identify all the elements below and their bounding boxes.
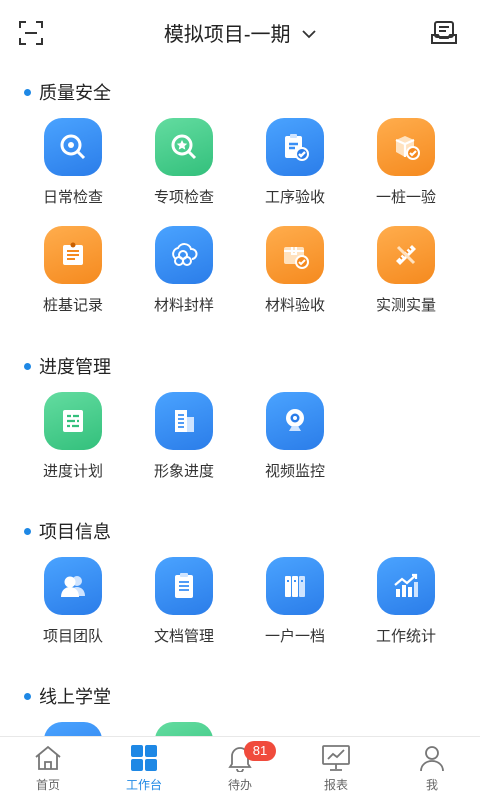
tab-workbench[interactable]: 工作台 xyxy=(96,737,192,800)
tile-household-file[interactable]: 一户一档 xyxy=(240,557,350,646)
building-icon xyxy=(155,392,213,450)
tile-partial-1[interactable] xyxy=(18,722,128,736)
search-icon xyxy=(44,118,102,176)
camera-icon xyxy=(266,392,324,450)
cluster-icon xyxy=(155,226,213,284)
tile-document-management[interactable]: 文档管理 xyxy=(129,557,239,646)
home-icon xyxy=(33,743,63,773)
inbox-icon[interactable] xyxy=(430,19,458,47)
bottom-tab-bar: 首页 工作台 待办 81 报表 我 xyxy=(0,736,480,800)
tab-reports[interactable]: 报表 xyxy=(288,737,384,800)
tab-todo[interactable]: 待办 81 xyxy=(192,737,288,800)
chevron-down-icon xyxy=(302,22,316,45)
tile-progress-plan[interactable]: 进度计划 xyxy=(18,392,128,481)
chart-board-icon xyxy=(321,743,351,773)
gantt-icon xyxy=(44,392,102,450)
tile-work-statistics[interactable]: 工作统计 xyxy=(351,557,461,646)
course-icon xyxy=(44,722,102,736)
stats-icon xyxy=(377,557,435,615)
tile-special-inspection[interactable]: 专项检查 xyxy=(129,118,239,207)
todo-count-badge: 81 xyxy=(244,741,276,761)
section-title: 质量安全 xyxy=(24,80,111,104)
section-title: 项目信息 xyxy=(24,519,111,543)
section-title: 线上学堂 xyxy=(24,684,111,708)
tile-partial-2[interactable] xyxy=(129,722,239,736)
course-icon xyxy=(155,722,213,736)
tile-pile-record[interactable]: 桩基记录 xyxy=(18,226,128,315)
tab-me[interactable]: 我 xyxy=(384,737,480,800)
tile-daily-inspection[interactable]: 日常检查 xyxy=(18,118,128,207)
user-icon xyxy=(417,743,447,773)
bullet-dot xyxy=(24,362,31,370)
note-icon xyxy=(44,226,102,284)
grid-icon xyxy=(129,743,159,773)
box-check-icon xyxy=(377,118,435,176)
package-check-icon xyxy=(266,226,324,284)
tile-material-sealing[interactable]: 材料封样 xyxy=(129,226,239,315)
tile-material-acceptance[interactable]: 材料验收 xyxy=(240,226,350,315)
bullet-dot xyxy=(24,692,31,700)
project-selector[interactable]: 模拟项目-一期 xyxy=(0,18,480,47)
binders-icon xyxy=(266,557,324,615)
top-bar: 模拟项目-一期 xyxy=(0,0,480,64)
tile-project-team[interactable]: 项目团队 xyxy=(18,557,128,646)
workbench-content: 质量安全 日常检查 专项检查 工序验收 一桩一验 桩基记录 材料封样 材料验收 … xyxy=(0,64,480,736)
tile-pile-inspection[interactable]: 一桩一验 xyxy=(351,118,461,207)
tile-process-acceptance[interactable]: 工序验收 xyxy=(240,118,350,207)
star-search-icon xyxy=(155,118,213,176)
team-icon xyxy=(44,557,102,615)
tile-video-monitoring[interactable]: 视频监控 xyxy=(240,392,350,481)
bullet-dot xyxy=(24,527,31,535)
tab-home[interactable]: 首页 xyxy=(0,737,96,800)
page-title: 模拟项目-一期 xyxy=(163,24,291,46)
section-title: 进度管理 xyxy=(24,354,111,378)
ruler-pencil-icon xyxy=(377,226,435,284)
bullet-dot xyxy=(24,88,31,96)
tile-image-progress[interactable]: 形象进度 xyxy=(129,392,239,481)
document-icon xyxy=(155,557,213,615)
clipboard-check-icon xyxy=(266,118,324,176)
tile-actual-measurement[interactable]: 实测实量 xyxy=(351,226,461,315)
